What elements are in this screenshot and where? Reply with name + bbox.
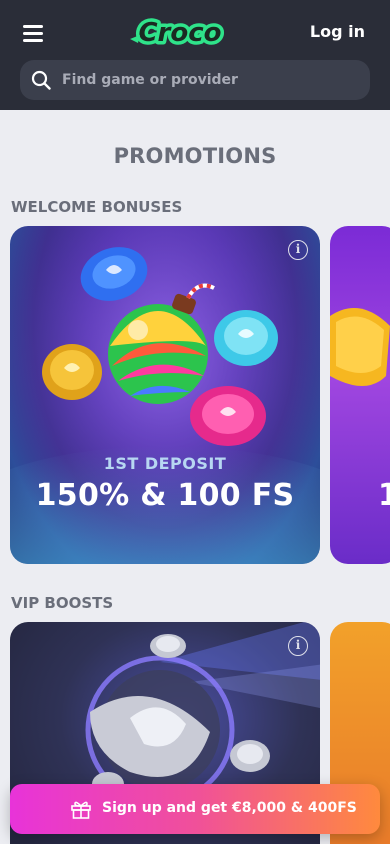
signup-cta-label: Sign up and get €8,000 & 400FS xyxy=(102,800,357,816)
login-button[interactable]: Log in xyxy=(310,22,365,41)
signup-cta-button[interactable]: Sign up and get €8,000 & 400FS xyxy=(10,784,380,834)
promo-illustration xyxy=(10,226,320,564)
page-title: PROMOTIONS xyxy=(113,144,277,168)
promo-card-second[interactable]: 1 xyxy=(330,226,390,564)
promo-value: 150% & 100 FS xyxy=(35,478,295,513)
croco-logo[interactable]: Croco Croco xyxy=(128,13,232,53)
section-title-vip-boosts: VIP BOOSTS xyxy=(11,594,114,612)
hamburger-menu-icon[interactable] xyxy=(23,24,43,42)
search-icon xyxy=(31,70,51,90)
promo-value-peek: 1 xyxy=(378,478,390,513)
info-icon[interactable]: i xyxy=(288,636,308,656)
gift-icon xyxy=(71,801,91,819)
info-icon[interactable]: i xyxy=(288,240,308,260)
search-input[interactable] xyxy=(62,60,362,100)
promo-card-first-deposit[interactable]: i 1ST DEPOSIT 150% & 100 FS xyxy=(10,226,320,564)
section-title-welcome-bonuses: WELCOME BONUSES xyxy=(11,198,183,216)
app-header: Croco Croco Log in xyxy=(0,0,390,110)
svg-text:Croco: Croco xyxy=(138,18,221,48)
search-bar[interactable] xyxy=(20,60,370,100)
promo-label: 1ST DEPOSIT xyxy=(103,454,227,473)
promo-illustration-peek xyxy=(330,308,390,386)
